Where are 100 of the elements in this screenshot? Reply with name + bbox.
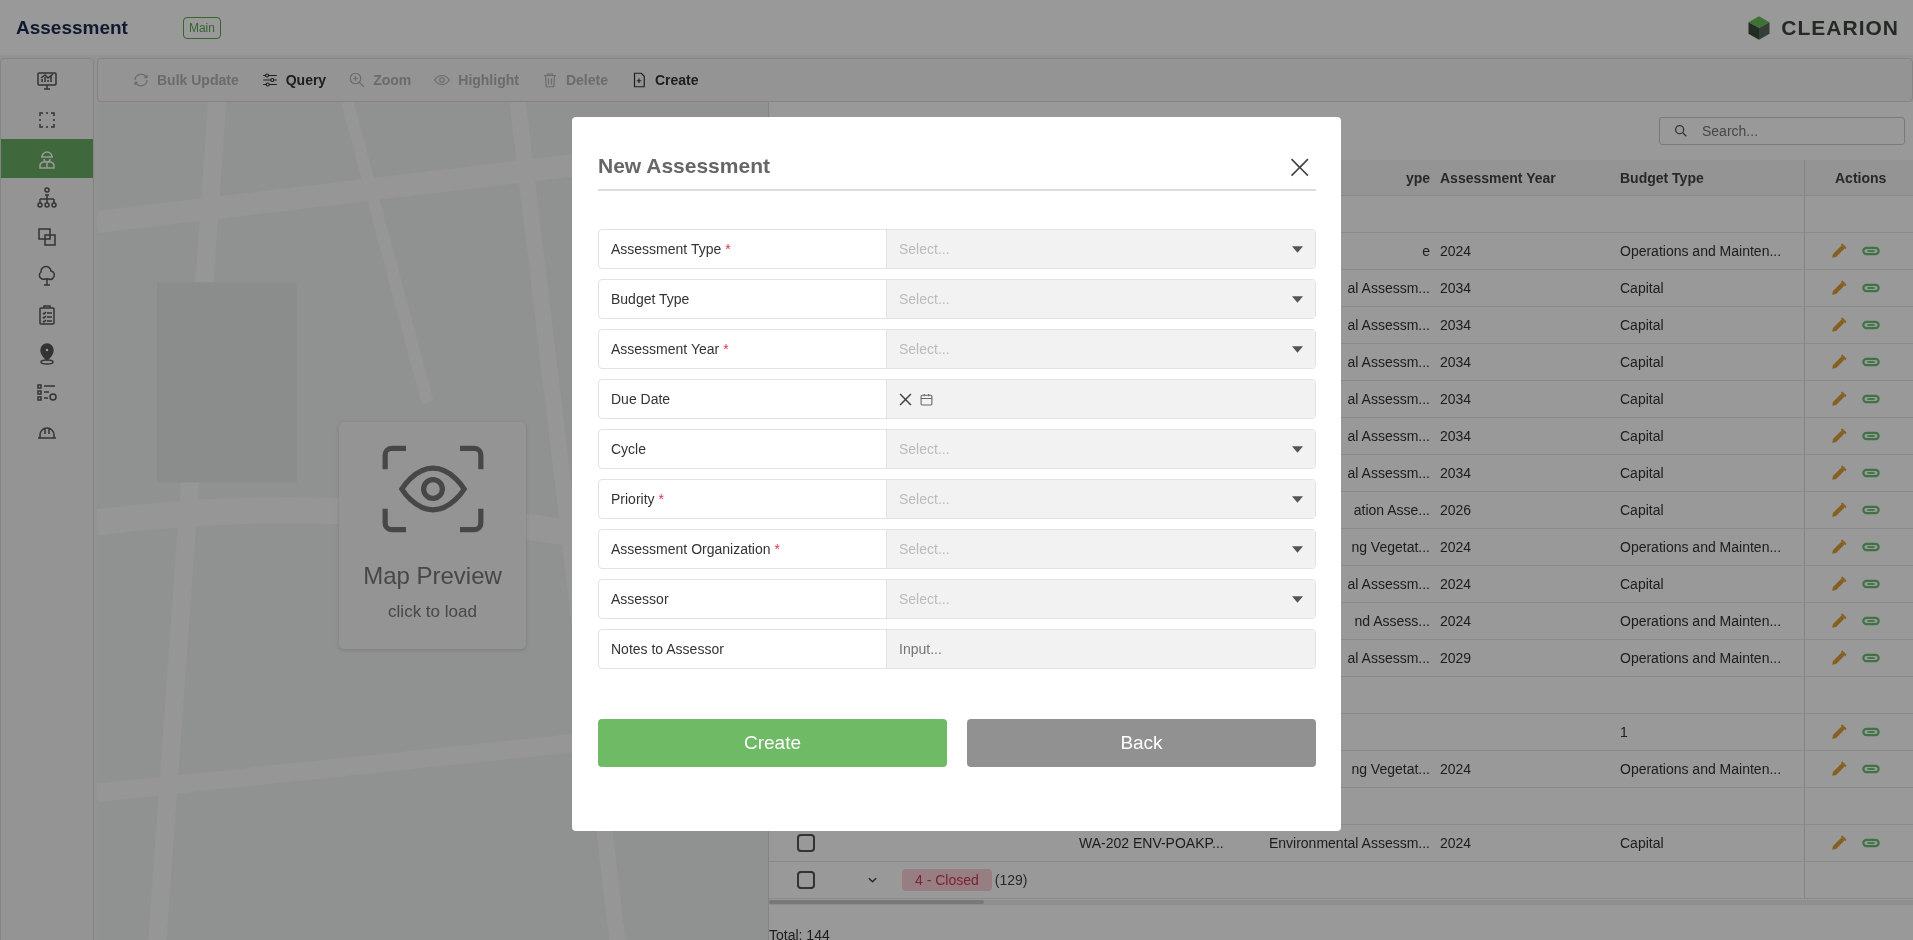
pencil-icon[interactable]: [1829, 315, 1848, 335]
pencil-icon[interactable]: [1829, 389, 1848, 409]
link-icon[interactable]: [1862, 357, 1880, 367]
table-cell: al Assessm...: [1347, 650, 1430, 666]
pencil-icon[interactable]: [1829, 537, 1848, 557]
dialog-title: New Assessment: [598, 154, 770, 178]
field-label: Notes to Assessor: [610, 640, 725, 659]
table-cell: 2024: [1440, 761, 1472, 777]
table-cell: Capital: [1620, 835, 1664, 851]
logo-text: CLEARION: [1781, 15, 1899, 40]
input-field[interactable]: Input...: [886, 630, 1315, 668]
table-cell: Capital: [1620, 465, 1664, 481]
link-icon[interactable]: [1862, 653, 1880, 663]
table-cell: 2034: [1440, 354, 1472, 370]
table-cell: 2034: [1440, 465, 1472, 481]
link-icon[interactable]: [1862, 505, 1880, 515]
map-preview-card[interactable]: Map Preview click to load: [339, 421, 526, 649]
table-cell: ation Asse...: [1353, 502, 1430, 518]
field-label: Priority *: [610, 490, 665, 509]
table-cell: al Assessm...: [1347, 354, 1430, 370]
search-field[interactable]: Search...: [1659, 117, 1905, 145]
caret-icon: [1292, 495, 1303, 503]
pencil-icon[interactable]: [1829, 500, 1848, 520]
table-cell: 2024: [1440, 613, 1472, 629]
caret-icon: [1292, 445, 1303, 453]
close-button[interactable]: ×: [1283, 151, 1316, 181]
table-cell: WA-202 ENV-POAKP...: [1079, 835, 1224, 851]
table-cell: nd Assess...: [1354, 613, 1430, 629]
table-cell: 2026: [1440, 502, 1472, 518]
table-cell: al Assessm...: [1347, 317, 1430, 333]
table-cell: Operations and Mainten...: [1620, 539, 1782, 555]
table-cell: Environmental Assessm...: [1268, 835, 1430, 851]
map-preview-title: Map Preview: [363, 561, 502, 590]
pencil-icon[interactable]: [1829, 574, 1848, 594]
table-cell: Capital: [1620, 280, 1664, 296]
link-icon[interactable]: [1862, 616, 1880, 626]
chevron-icon[interactable]: [866, 876, 878, 884]
create-button[interactable]: Create: [598, 719, 947, 767]
pencil-icon[interactable]: [1829, 352, 1848, 372]
table-cell: al Assessm...: [1347, 280, 1430, 296]
table-cell: 2024: [1440, 576, 1472, 592]
link-icon[interactable]: [1862, 764, 1880, 774]
table-cell: Operations and Mainten...: [1620, 613, 1782, 629]
status-tag: 4 - Closed: [902, 869, 992, 891]
calendar-icon[interactable]: [920, 392, 933, 406]
column-header: Assessment Year: [1439, 169, 1557, 186]
table-cell: 2034: [1440, 391, 1472, 407]
zoom-in-icon: [348, 71, 367, 89]
toolbar-button[interactable]: Create: [629, 71, 699, 89]
sidebar-item[interactable]: [1, 139, 93, 178]
table-cell: al Assessm...: [1347, 576, 1430, 592]
table-cell: 2024: [1440, 835, 1472, 851]
link-icon[interactable]: [1862, 431, 1880, 441]
link-icon[interactable]: [1862, 283, 1880, 293]
link-icon[interactable]: [1862, 320, 1880, 330]
group-count: (129): [994, 872, 1028, 888]
toolbar-button[interactable]: Query: [260, 71, 327, 89]
pencil-icon[interactable]: [1829, 648, 1848, 668]
table-cell: 2034: [1440, 428, 1472, 444]
caret-icon: [1292, 295, 1303, 303]
row-checkbox[interactable]: [796, 834, 815, 852]
field-label: Assessment Type *: [610, 240, 732, 259]
branch-tag: Main: [182, 16, 221, 39]
table-cell: Operations and Mainten...: [1620, 243, 1782, 259]
link-icon[interactable]: [1862, 246, 1880, 256]
table-cell: 2024: [1440, 539, 1472, 555]
column-header: Budget Type: [1619, 169, 1705, 186]
link-icon[interactable]: [1862, 579, 1880, 589]
pencil-icon[interactable]: [1829, 278, 1848, 298]
pencil-icon[interactable]: [1829, 722, 1848, 742]
pencil-icon[interactable]: [1829, 833, 1848, 853]
date-field[interactable]: [886, 380, 1315, 418]
pencil-icon[interactable]: [1829, 759, 1848, 779]
total-count: Total: 144: [769, 927, 831, 940]
table-cell: Capital: [1620, 391, 1664, 407]
table-cell: e: [1422, 243, 1430, 259]
link-icon[interactable]: [1862, 394, 1880, 404]
pencil-icon[interactable]: [1829, 611, 1848, 631]
back-button[interactable]: Back: [967, 719, 1316, 767]
table-cell: 2029: [1440, 650, 1472, 666]
pencil-icon[interactable]: [1829, 463, 1848, 483]
link-icon[interactable]: [1862, 542, 1880, 552]
pencil-icon[interactable]: [1829, 426, 1848, 446]
field-label: Due Date: [610, 390, 672, 409]
sliders-icon: [260, 71, 279, 89]
clear-icon[interactable]: [899, 392, 912, 406]
link-icon[interactable]: [1862, 838, 1880, 848]
link-icon[interactable]: [1862, 468, 1880, 478]
field-label: Cycle: [610, 440, 647, 459]
eye-frame-icon: [380, 443, 485, 534]
pencil-icon[interactable]: [1829, 241, 1848, 261]
table-cell: al Assessm...: [1347, 428, 1430, 444]
table-cell: 2034: [1440, 317, 1472, 333]
map-preview-hint: click to load: [388, 601, 477, 622]
row-checkbox[interactable]: [796, 871, 815, 889]
table-cell: Capital: [1620, 354, 1664, 370]
table-cell: 1: [1620, 724, 1628, 740]
link-icon[interactable]: [1862, 727, 1880, 737]
table-cell: Capital: [1620, 317, 1664, 333]
caret-icon: [1292, 545, 1303, 553]
